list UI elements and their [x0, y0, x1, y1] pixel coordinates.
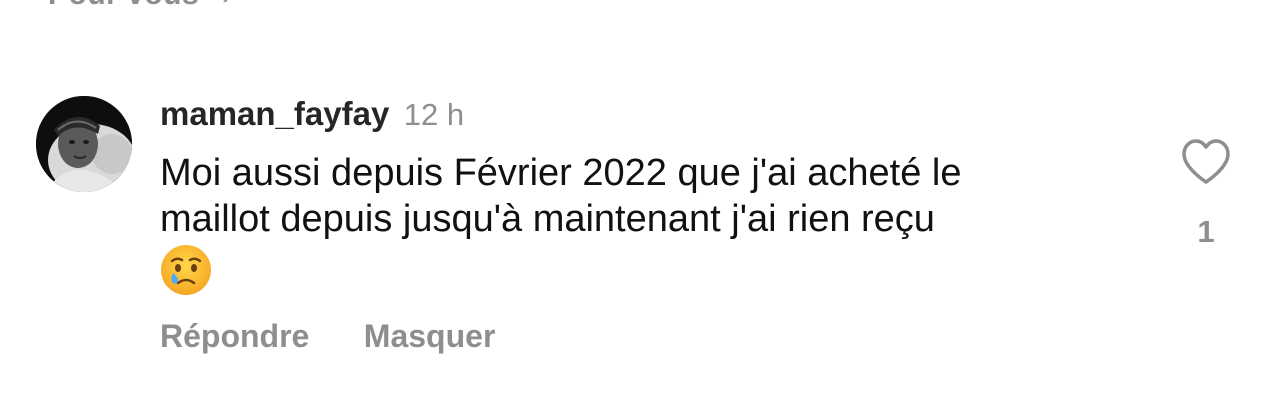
comment-text-line: maillot depuis jusqu'à maintenant j'ai r…	[160, 198, 935, 240]
heart-outline-icon[interactable]	[1180, 138, 1232, 186]
like-count: 1	[1197, 214, 1215, 249]
comment-item: maman_fayfay 12 h Moi aussi depuis Févri…	[0, 0, 1274, 402]
comment-actions: Répondre Masquer	[160, 318, 545, 355]
avatar[interactable]	[36, 96, 132, 192]
comment-meta: maman_fayfay 12 h	[160, 94, 464, 141]
comment-text-line: Moi aussi depuis Février 2022 que j'ai a…	[160, 152, 962, 194]
comment-text: Moi aussi depuis Février 2022 que j'ai a…	[160, 150, 1140, 296]
comment-emoji-line	[160, 242, 1140, 296]
avatar-image	[36, 96, 132, 192]
username-link[interactable]: maman_fayfay	[160, 95, 389, 132]
hide-button[interactable]: Masquer	[364, 318, 496, 355]
reply-button[interactable]: Répondre	[160, 318, 309, 355]
crying-face-emoji-icon	[161, 245, 211, 295]
comment-timestamp: 12 h	[403, 97, 465, 132]
like-area: 1	[1176, 138, 1236, 250]
